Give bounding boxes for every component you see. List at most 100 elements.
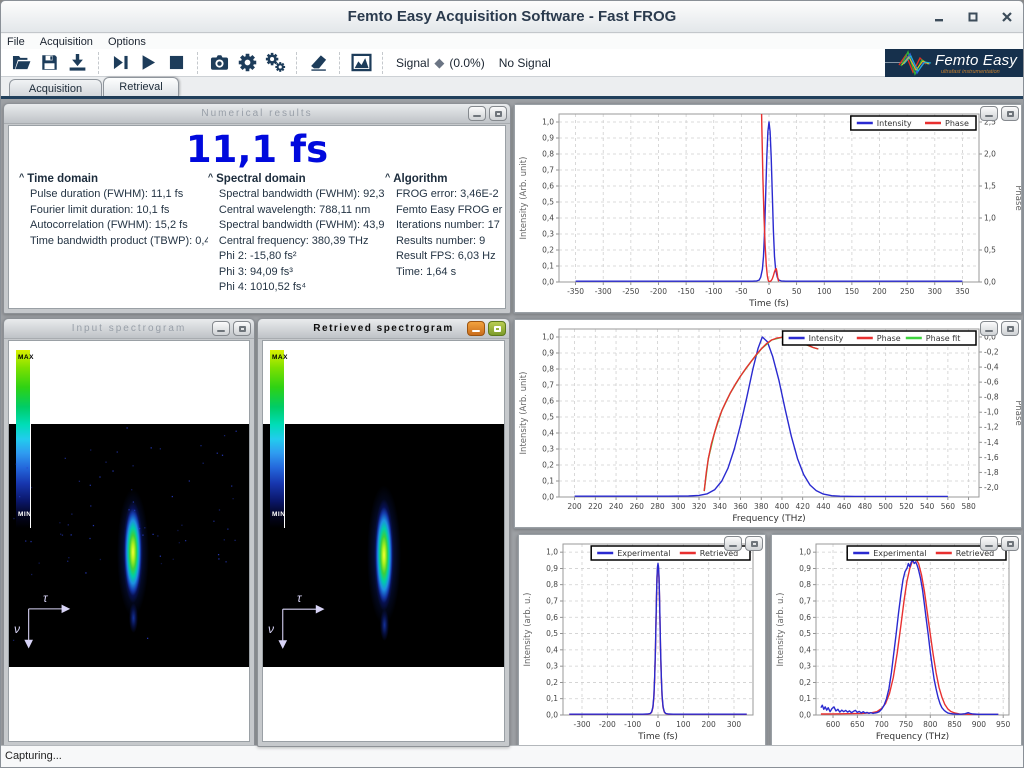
single-acquisition-button[interactable] — [107, 51, 133, 75]
panel-maximize-button[interactable] — [1001, 536, 1019, 551]
svg-text:0,1: 0,1 — [546, 694, 558, 703]
import-button[interactable] — [64, 51, 90, 75]
svg-text:-100: -100 — [705, 287, 722, 296]
stop-acquisition-button[interactable] — [163, 51, 189, 75]
svg-text:0,4: 0,4 — [542, 214, 554, 223]
background-spectrum-button[interactable] — [348, 51, 374, 75]
svg-text:580: 580 — [961, 502, 976, 511]
svg-text:250: 250 — [900, 287, 915, 296]
toolbar-separator — [197, 52, 198, 74]
svg-text:Time (fs): Time (fs) — [637, 732, 678, 742]
svg-text:1,5: 1,5 — [984, 182, 996, 191]
toolbar: Signal ◆ (0.0%) No Signal Femto Easy ult… — [1, 49, 1023, 77]
svg-text:360: 360 — [733, 502, 748, 511]
svg-text:0,2: 0,2 — [546, 678, 558, 687]
svg-text:200: 200 — [702, 720, 717, 729]
panel-minimize-button[interactable] — [980, 321, 998, 336]
results-group-header[interactable]: ^Algorithm — [385, 172, 503, 185]
tab-acquisition[interactable]: Acquisition — [9, 79, 102, 96]
svg-text:0,5: 0,5 — [546, 629, 558, 638]
svg-text:340: 340 — [713, 502, 728, 511]
panel-minimize-button[interactable] — [980, 106, 998, 121]
panel-numerical-results-titlebar[interactable]: Numerical results — [4, 104, 510, 124]
results-group-header[interactable]: ^Spectral domain — [208, 172, 385, 185]
svg-text:0,1: 0,1 — [799, 694, 811, 703]
results-group: ^Spectral domainSpectral bandwidth (FWHM… — [208, 172, 385, 296]
temporal-profile-chart: 0,00,10,20,30,40,50,60,70,80,91,0-350-30… — [515, 105, 1021, 312]
camera-icon — [209, 52, 230, 73]
svg-text:0,6: 0,6 — [542, 182, 554, 191]
logo-tagline: ultrafast instrumentation — [941, 69, 1000, 75]
svg-text:300: 300 — [671, 502, 686, 511]
svg-text:480: 480 — [858, 502, 873, 511]
svg-text:Intensity (arb. u.): Intensity (arb. u.) — [776, 593, 786, 667]
menu-file[interactable]: File — [7, 36, 25, 48]
panel-minimize-button[interactable] — [468, 106, 486, 121]
svg-text:Intensity: Intensity — [877, 119, 912, 128]
open-file-button[interactable] — [8, 51, 34, 75]
svg-text:2,0: 2,0 — [984, 150, 996, 159]
panel-maximize-button[interactable] — [489, 106, 507, 121]
panel-maximize-button[interactable] — [488, 321, 506, 336]
signal-value: (0.0%) — [449, 56, 484, 70]
2w-spectrum-chart-area: 0,00,10,20,30,40,50,60,70,80,91,06006507… — [771, 534, 1022, 746]
close-button[interactable] — [1000, 10, 1013, 23]
camera-settings-button[interactable] — [206, 51, 232, 75]
panel-retrieved-spectrogram-titlebar[interactable]: Retrieved spectrogram — [258, 319, 509, 339]
svg-text:0,6: 0,6 — [546, 613, 558, 622]
result-item: Time: 1,64 s — [385, 265, 503, 281]
play-icon — [138, 52, 159, 73]
panel-maximize-button[interactable] — [1001, 321, 1019, 336]
svg-text:0,9: 0,9 — [546, 564, 558, 573]
svg-text:600: 600 — [826, 720, 841, 729]
svg-text:-200: -200 — [650, 287, 667, 296]
panel-maximize-button[interactable] — [1001, 106, 1019, 121]
svg-text:Experimental: Experimental — [873, 549, 926, 558]
svg-text:460: 460 — [837, 502, 852, 511]
svg-text:280: 280 — [650, 502, 665, 511]
svg-text:0,1: 0,1 — [542, 262, 554, 271]
settings-button[interactable] — [234, 51, 260, 75]
panel-maximize-button[interactable] — [233, 321, 251, 336]
temporal-chart-area: 0,00,10,20,30,40,50,60,70,80,91,0-350-30… — [514, 104, 1022, 313]
svg-text:750: 750 — [899, 720, 914, 729]
start-acquisition-button[interactable] — [135, 51, 161, 75]
panel-minimize-button[interactable] — [467, 321, 485, 336]
svg-text:380: 380 — [754, 502, 769, 511]
svg-text:-2,0: -2,0 — [984, 483, 999, 492]
svg-text:0,9: 0,9 — [542, 134, 554, 143]
panel-maximize-button[interactable] — [745, 536, 763, 551]
status-bar: Capturing... — [1, 745, 1023, 767]
svg-text:-350: -350 — [567, 287, 584, 296]
result-item: Iterations number: 17 — [385, 218, 503, 234]
svg-text:0: 0 — [767, 287, 772, 296]
window-titlebar[interactable]: Femto Easy Acquisition Software - Fast F… — [1, 1, 1023, 33]
svg-text:240: 240 — [609, 502, 624, 511]
svg-text:0,8: 0,8 — [542, 150, 554, 159]
minimize-button[interactable] — [932, 10, 945, 23]
menu-options[interactable]: Options — [108, 36, 146, 48]
results-group-header[interactable]: ^Time domain — [19, 172, 208, 185]
svg-text:400: 400 — [775, 502, 790, 511]
menu-acquisition[interactable]: Acquisition — [40, 36, 93, 48]
save-button[interactable] — [36, 51, 62, 75]
panel-minimize-button[interactable] — [212, 321, 230, 336]
advanced-settings-button[interactable] — [262, 51, 288, 75]
clear-button[interactable] — [305, 51, 331, 75]
tab-retrieval[interactable]: Retrieval — [103, 77, 179, 96]
svg-text:1,0: 1,0 — [799, 548, 811, 557]
mdi-area: Numerical results 11,1 fs ^Time domainPu… — [1, 99, 1024, 747]
svg-text:260: 260 — [630, 502, 645, 511]
panel-minimize-button[interactable] — [724, 536, 742, 551]
tab-bar: AcquisitionRetrieval — [1, 77, 1023, 99]
panel-title: Numerical results — [4, 108, 510, 119]
panel-input-spectrogram-titlebar[interactable]: Input spectrogram — [4, 319, 254, 339]
maximize-button[interactable] — [966, 10, 979, 23]
folder-open-icon — [11, 52, 32, 73]
svg-text:1,0: 1,0 — [546, 548, 558, 557]
result-item: FROG error: 3,46E-2 — [385, 187, 503, 203]
svg-text:Intensity (Arb. unit): Intensity (Arb. unit) — [519, 157, 529, 240]
svg-text:520: 520 — [899, 502, 914, 511]
panel-minimize-button[interactable] — [980, 536, 998, 551]
app-window: Femto Easy Acquisition Software - Fast F… — [0, 0, 1024, 768]
